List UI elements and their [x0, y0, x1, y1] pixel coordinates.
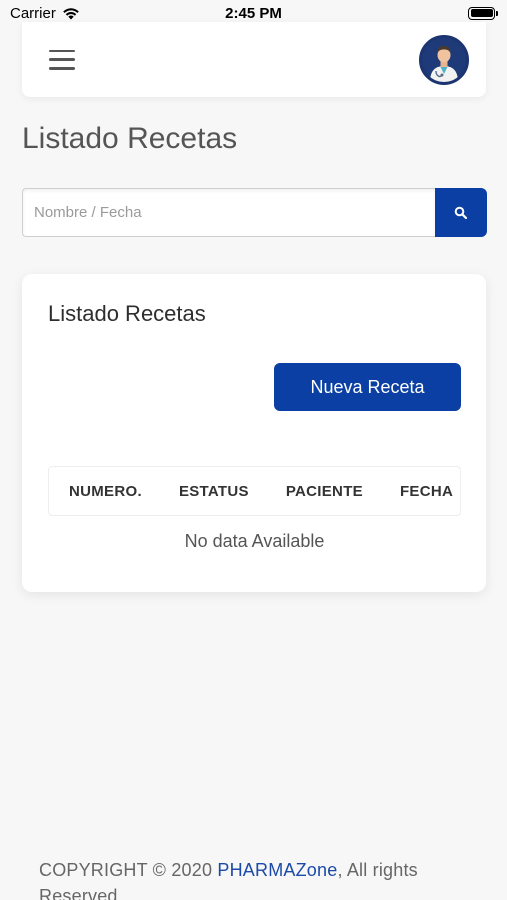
doctor-avatar[interactable] [419, 34, 469, 85]
carrier-label: Carrier [10, 4, 56, 22]
status-left: Carrier [10, 5, 80, 22]
search-icon [454, 206, 468, 219]
battery-icon [468, 6, 498, 20]
search-input[interactable] [22, 188, 435, 237]
page-title: Listado Recetas [22, 122, 238, 155]
search-button[interactable] [435, 188, 487, 237]
column-header-numero[interactable]: NUMERO. [69, 483, 142, 500]
new-recipe-button[interactable]: Nueva Receta [274, 363, 461, 411]
wifi-icon [63, 7, 79, 19]
copyright-prefix: COPYRIGHT © 2020 [39, 860, 218, 880]
brand-link[interactable]: PHARMAZone [217, 860, 337, 880]
recipes-table: NUMERO. ESTATUS PACIENTE FECHA No data A… [48, 466, 461, 552]
empty-table-message: No data Available [184, 531, 325, 551]
footer-copyright: COPYRIGHT © 2020 PHARMAZone, All rights … [39, 857, 479, 900]
hamburger-menu-icon[interactable] [49, 49, 75, 70]
column-header-estatus[interactable]: ESTATUS [179, 483, 249, 500]
top-app-bar [22, 22, 486, 97]
search-bar [22, 188, 487, 237]
card-title: Listado Recetas [48, 301, 206, 326]
recipes-card: Listado Recetas Nueva Receta NUMERO. EST… [22, 274, 486, 592]
doctor-avatar-icon [422, 37, 466, 82]
column-header-fecha[interactable]: FECHA [400, 483, 453, 500]
column-header-paciente[interactable]: PACIENTE [286, 483, 363, 500]
table-header: NUMERO. ESTATUS PACIENTE FECHA [48, 466, 461, 516]
